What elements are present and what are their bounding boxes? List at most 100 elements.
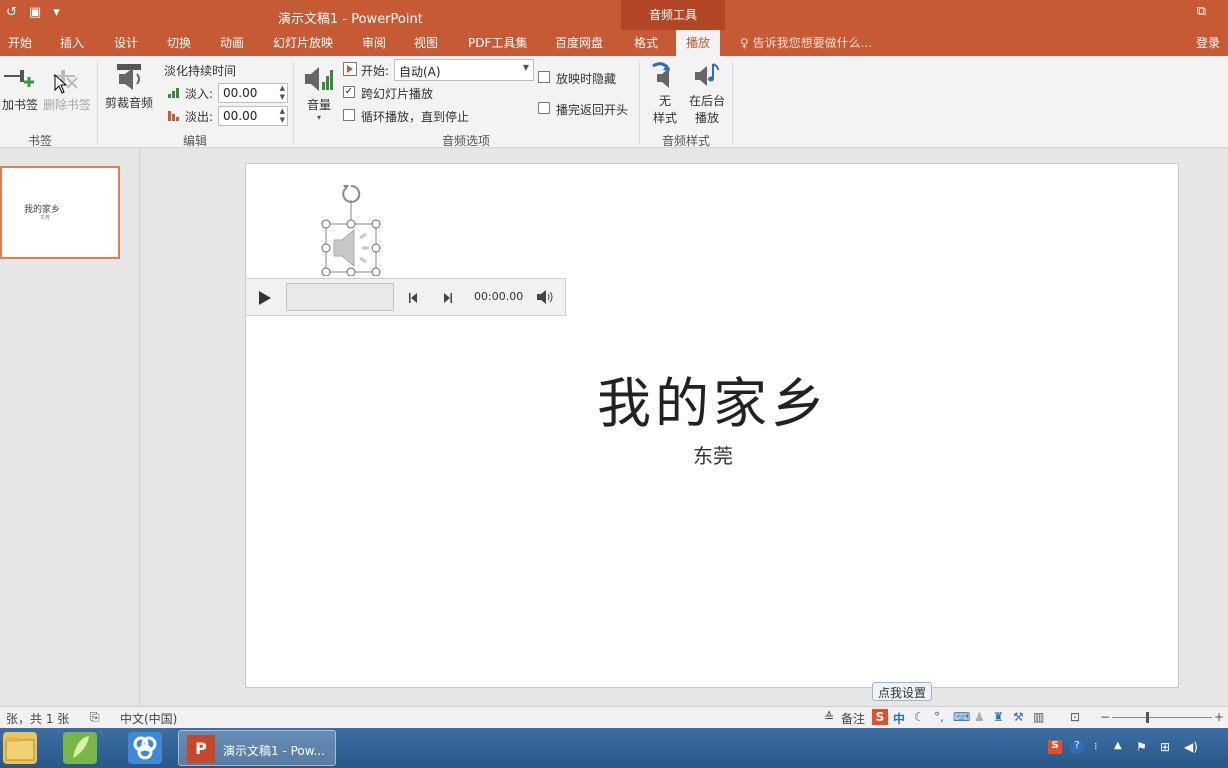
- tab-baidu-netdisk[interactable]: 百度网盘: [555, 30, 603, 56]
- keyboard-icon[interactable]: ⌨: [953, 710, 970, 724]
- reading-view-icon[interactable]: ▥: [1033, 710, 1044, 724]
- add-bookmark-button[interactable]: 加书签: [0, 64, 40, 113]
- sign-in-link[interactable]: 登录: [1196, 30, 1220, 56]
- language-indicator[interactable]: 中文(中国): [120, 710, 177, 727]
- ribbon-tabs: 开始 插入 设计 切换 动画 幻灯片放映 审阅 视图 PDF工具集 百度网盘 格…: [0, 30, 1228, 56]
- spinner-arrows-icon[interactable]: ▲ ▼: [280, 107, 285, 125]
- tab-slideshow[interactable]: 幻灯片放映: [273, 30, 333, 56]
- tab-insert[interactable]: 插入: [60, 30, 84, 56]
- slide-canvas[interactable]: 我的家乡 东莞: [245, 163, 1179, 688]
- loop-checkbox[interactable]: [343, 109, 355, 121]
- tell-me-search[interactable]: ♀ 告诉我您想要做什么...: [740, 30, 872, 56]
- audio-options-group-label: 音频选项: [441, 134, 490, 148]
- start-dropdown[interactable]: 自动(A) ▼: [394, 59, 534, 81]
- start-icon: [343, 62, 357, 79]
- fade-out-value: 00.00: [223, 109, 258, 123]
- tab-design[interactable]: 设计: [114, 30, 138, 56]
- tab-home[interactable]: 开始: [8, 30, 32, 56]
- play-across-slides-checkbox[interactable]: ✓: [343, 86, 355, 98]
- zoom-in-icon[interactable]: +: [1214, 710, 1224, 724]
- tab-transitions[interactable]: 切换: [167, 30, 191, 56]
- show-hidden-icons-icon[interactable]: ▲: [1114, 740, 1128, 754]
- tab-review[interactable]: 审阅: [362, 30, 386, 56]
- moon-icon[interactable]: ☾: [914, 710, 925, 724]
- zoom-slider-track[interactable]: [1112, 717, 1212, 718]
- mute-volume-icon[interactable]: [536, 290, 554, 307]
- seek-back-icon[interactable]: [408, 292, 420, 307]
- group-divider: [293, 62, 294, 144]
- slide-thumbnail-pane: 我的家乡 东莞: [0, 148, 140, 706]
- play-in-background-button[interactable]: 在后台 播放: [686, 60, 728, 126]
- spell-check-icon[interactable]: ⎘: [90, 710, 100, 725]
- powerpoint-icon: P: [187, 735, 215, 763]
- editing-group-label: 编辑: [182, 134, 207, 148]
- add-bookmark-label: 加书签: [1, 98, 38, 112]
- tray-overflow-icon[interactable]: ⁝: [1094, 740, 1108, 754]
- playback-time: 00:00.00: [474, 290, 524, 303]
- notes-icon[interactable]: ≙: [824, 710, 834, 724]
- baidu-netdisk-icon[interactable]: [128, 732, 162, 764]
- ime-mode[interactable]: 中: [893, 710, 905, 727]
- notes-button[interactable]: 备注: [841, 710, 865, 727]
- slide-thumbnail[interactable]: 我的家乡 东莞: [0, 166, 120, 259]
- slideshow-view-icon[interactable]: ⊡: [1070, 710, 1080, 724]
- trim-audio-button[interactable]: 剪裁音频: [102, 62, 156, 111]
- zoom-slider-thumb[interactable]: [1146, 712, 1149, 723]
- spinner-arrows-icon[interactable]: ▲ ▼: [280, 84, 285, 102]
- slide-subtitle[interactable]: 东莞: [246, 440, 1180, 469]
- network-icon[interactable]: ⊞: [1160, 740, 1174, 754]
- group-divider: [97, 62, 98, 144]
- tab-animations[interactable]: 动画: [220, 30, 244, 56]
- start-label: 开始:: [361, 64, 390, 78]
- file-explorer-icon[interactable]: [3, 732, 37, 764]
- action-center-flag-icon[interactable]: ⚑: [1136, 740, 1150, 754]
- tab-pdf-tools[interactable]: PDF工具集: [468, 30, 527, 56]
- tab-playback[interactable]: 播放: [676, 30, 721, 56]
- no-style-button[interactable]: 无 样式: [646, 60, 684, 126]
- slide-title[interactable]: 我的家乡: [246, 359, 1180, 438]
- wrench-icon[interactable]: ⚒: [1013, 710, 1024, 724]
- speaker-icon[interactable]: ◀): [1184, 740, 1198, 754]
- customize-qat-icon[interactable]: ▾: [53, 5, 60, 20]
- trim-audio-icon: [113, 62, 145, 92]
- fade-in-value: 00.00: [223, 86, 258, 100]
- powerpoint-taskbar-button[interactable]: P 演示文稿1 - Pow...: [178, 730, 336, 766]
- add-bookmark-icon: [4, 64, 36, 94]
- audio-object[interactable]: [320, 180, 382, 277]
- punctuation-icon[interactable]: °,: [934, 710, 944, 724]
- tell-me-text: 告诉我您想要做什么...: [752, 36, 873, 50]
- hide-during-show-checkbox[interactable]: [538, 71, 550, 83]
- fade-out-spinner[interactable]: 00.00 ▲ ▼: [218, 106, 288, 126]
- play-icon[interactable]: [258, 290, 272, 309]
- user-icon[interactable]: ♟: [974, 710, 985, 724]
- green-app-icon[interactable]: [63, 732, 97, 764]
- thumbnail-subtitle: 东莞: [40, 215, 51, 221]
- no-style-label-2: 样式: [652, 111, 677, 125]
- fade-out-label: 淡出:: [185, 110, 214, 124]
- skin-shirt-icon[interactable]: ♜: [993, 710, 1004, 724]
- fade-in-spinner[interactable]: 00.00 ▲ ▼: [218, 83, 288, 103]
- window-title: 演示文稿1 - PowerPoint: [278, 12, 423, 27]
- audio-player-bar: 00:00.00: [245, 278, 566, 316]
- sogou-tray-icon[interactable]: S: [1048, 740, 1062, 754]
- remove-bookmark-label: 删除书签: [42, 98, 91, 112]
- tab-format[interactable]: 格式: [634, 30, 658, 56]
- play-in-background-label-1: 在后台: [688, 94, 725, 108]
- ribbon-display-options-icon[interactable]: ⧉: [1197, 4, 1206, 19]
- sogou-ime-icon[interactable]: S: [872, 709, 888, 725]
- zoom-out-icon[interactable]: −: [1100, 710, 1110, 724]
- volume-button[interactable]: 音量 ▾: [300, 64, 338, 122]
- start-slideshow-icon[interactable]: ▣: [29, 5, 41, 20]
- quick-access-toolbar: ↺ ▣ ▾: [6, 5, 60, 20]
- audio-styles-group-label: 音频样式: [661, 134, 710, 148]
- help-icon[interactable]: ?: [1070, 740, 1084, 754]
- hide-during-show-label: 放映时隐藏: [556, 72, 617, 86]
- seek-forward-icon[interactable]: [441, 292, 453, 307]
- rewind-checkbox[interactable]: [538, 102, 550, 114]
- no-style-icon: [649, 60, 681, 90]
- undo-icon[interactable]: ↺: [6, 5, 17, 20]
- system-tray: S ? ⁝ ▲ ⚑ ⊞ ◀): [1038, 728, 1228, 768]
- playback-progress-track[interactable]: [286, 283, 394, 311]
- audio-tools-header: 音频工具: [621, 0, 725, 30]
- tab-view[interactable]: 视图: [414, 30, 438, 56]
